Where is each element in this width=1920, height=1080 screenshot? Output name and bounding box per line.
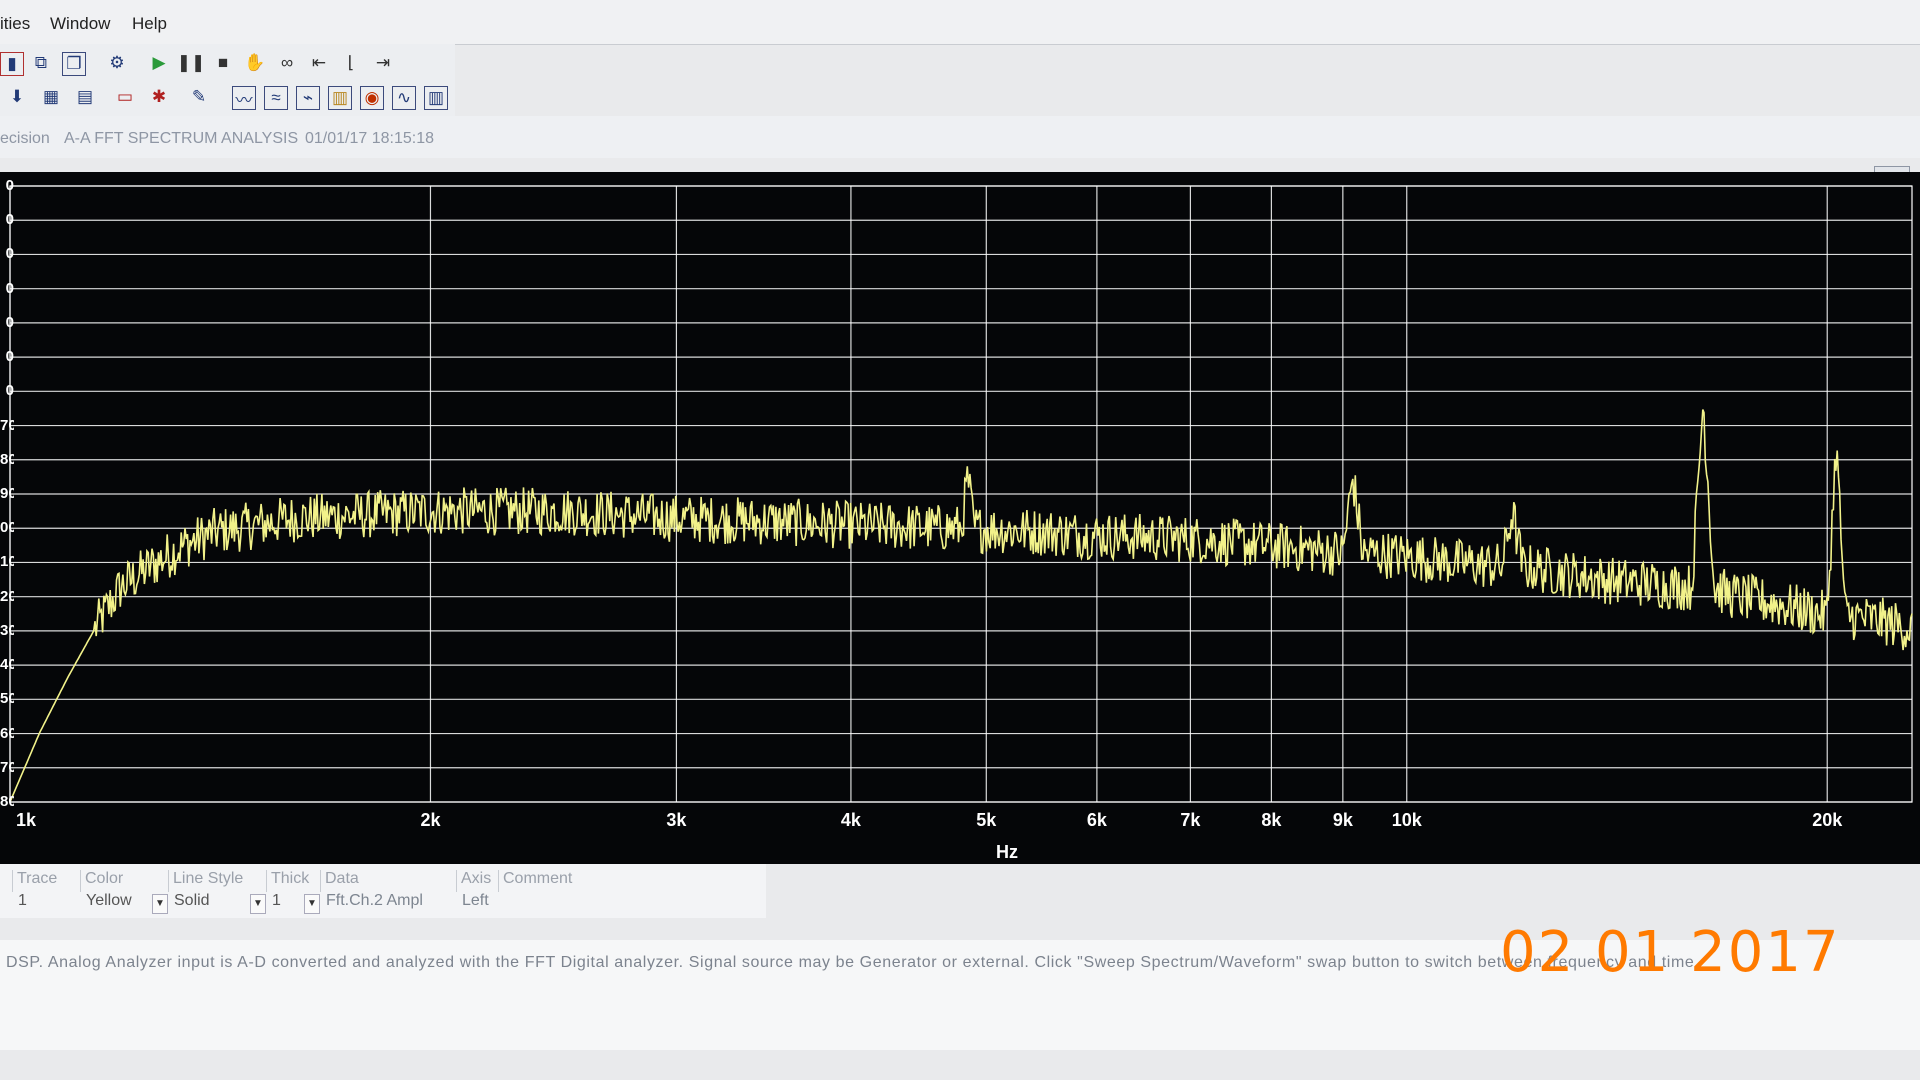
column-header-comment[interactable]: Comment	[498, 870, 763, 892]
sweep1-icon[interactable]: 〰	[232, 86, 256, 110]
menu-window[interactable]: Window	[50, 14, 110, 34]
y-tick-label: 40	[0, 656, 14, 674]
y-tick-label: 30	[0, 621, 14, 639]
y-tick-label: 60	[0, 724, 14, 742]
menu-bar: ities Window Help	[0, 0, 1920, 45]
pause-icon[interactable]: ❚❚	[177, 50, 206, 76]
column-header-trace[interactable]: Trace	[12, 870, 79, 892]
toolbar-row-2: ⬇ ▦ ▤ ▭ ✱ ✎ 〰 ≈ ⌁ ▥ ◉ ∿ ▥	[0, 78, 455, 117]
y-tick-label: 20	[0, 587, 14, 605]
status-text: DSP. Analog Analyzer input is A-D conver…	[6, 954, 1695, 971]
trace-color-value[interactable]: Yellow	[82, 892, 132, 914]
x-tick-label: 8k	[1261, 810, 1282, 830]
column-header-line-style[interactable]: Line Style	[168, 870, 265, 892]
notes-icon[interactable]: ✎	[186, 84, 212, 110]
step-right-icon[interactable]: ⇥	[370, 50, 396, 76]
trace-axis-value[interactable]: Left	[458, 892, 489, 914]
y-tick-label: 0	[5, 177, 14, 194]
x-tick-label: 6k	[1086, 810, 1107, 830]
y-tick-label: 70	[0, 758, 14, 776]
x-tick-label: 20k	[1812, 810, 1843, 830]
menu-utilities[interactable]: ities	[0, 14, 30, 34]
columns-icon[interactable]: ▥	[424, 86, 448, 110]
bracket-icon[interactable]: ⌊	[338, 50, 364, 76]
download-icon[interactable]: ⬇	[4, 84, 30, 110]
trace-line-style-value[interactable]: Solid	[170, 892, 210, 914]
y-tick-label: 70	[0, 416, 14, 434]
trace-thick-value[interactable]: 1	[268, 892, 281, 914]
x-tick-label: 9k	[1332, 810, 1353, 830]
sweep2-icon[interactable]: ≈	[264, 86, 288, 110]
stop-icon[interactable]: ■	[210, 50, 236, 76]
step-left-icon[interactable]: ⇤	[306, 50, 332, 76]
hand-icon[interactable]: ✋	[242, 50, 268, 76]
y-tick-label: 0	[5, 313, 14, 331]
panel-icon[interactable]: ▮	[0, 52, 24, 76]
y-tick-label: 50	[0, 690, 14, 708]
thick-dropdown-icon[interactable]: ▼	[304, 894, 320, 914]
grid-icon[interactable]: ▦	[38, 84, 64, 110]
y-tick-label: 80	[0, 793, 14, 810]
table-icon[interactable]: ▤	[72, 84, 98, 110]
title-prefix: ecision	[0, 130, 50, 147]
x-tick-label: 1k	[15, 810, 37, 830]
y-tick-label: 0	[5, 382, 14, 400]
x-tick-label: 4k	[840, 810, 861, 830]
document-timestamp: 01/01/17 18:15:18	[305, 130, 435, 147]
y-tick-label: 0	[5, 279, 14, 297]
trace-comment-value[interactable]	[500, 892, 504, 914]
waveform-icon[interactable]: ∿	[392, 86, 416, 110]
spectrum-plot-svg	[9, 185, 1913, 803]
bars-icon[interactable]: ▥	[328, 86, 352, 110]
settings-icon[interactable]: ⚙	[104, 50, 130, 76]
y-tick-label: 0	[5, 245, 14, 263]
y-tick-label: 0	[5, 211, 14, 229]
color-dropdown-icon[interactable]: ▼	[152, 894, 168, 914]
y-tick-label: 10	[0, 553, 14, 571]
play-icon[interactable]: ▶	[146, 50, 172, 76]
spectrum-graph[interactable]: 0 0 0 0 0 0 0 70 80 90 00 10 20 30 40 50 60 70 80 1k 2k 3k 4k…	[0, 172, 1920, 864]
x-axis-title: Hz	[996, 842, 1018, 862]
analyzer-icon[interactable]: ✱	[146, 84, 172, 110]
y-tick-label: 0	[5, 348, 14, 366]
x-tick-label: 5k	[976, 810, 997, 830]
trace-data-value[interactable]: Fft.Ch.2 Ampl	[322, 892, 423, 914]
copy-traces-icon[interactable]: ⧉	[28, 50, 54, 76]
document-title-bar: ecision A-A FFT SPECTRUM ANALYSIS 01/01/…	[0, 116, 1920, 158]
column-header-color[interactable]: Color	[80, 870, 165, 892]
menu-help[interactable]: Help	[132, 14, 167, 34]
column-header-axis[interactable]: Axis	[456, 870, 497, 892]
y-tick-label: 00	[0, 519, 14, 537]
y-tick-label: 90	[0, 485, 14, 502]
x-tick-label: 7k	[1180, 810, 1201, 830]
x-tick-label: 10k	[1391, 810, 1422, 830]
x-tick-label: 3k	[666, 810, 687, 830]
meter-icon[interactable]: ▭	[112, 84, 138, 110]
duplicate-icon[interactable]: ❐	[62, 52, 86, 76]
camera-date-stamp: 02 01 2017	[1500, 920, 1841, 985]
binoculars-icon[interactable]: ∞	[274, 50, 300, 76]
fft-icon[interactable]: ◉	[360, 86, 384, 110]
sweep3-icon[interactable]: ⌁	[296, 86, 320, 110]
x-tick-label: 2k	[420, 810, 441, 830]
spectrum-trace	[9, 409, 1913, 803]
trace-number: 1	[18, 892, 27, 909]
document-title: A-A FFT SPECTRUM ANALYSIS	[64, 130, 299, 147]
column-header-thick[interactable]: Thick	[266, 870, 319, 892]
y-tick-label: 80	[0, 450, 14, 468]
line-style-dropdown-icon[interactable]: ▼	[250, 894, 266, 914]
trace-table: Trace Color Line Style Thick Data Axis C…	[0, 864, 766, 918]
column-header-data[interactable]: Data	[320, 870, 459, 892]
